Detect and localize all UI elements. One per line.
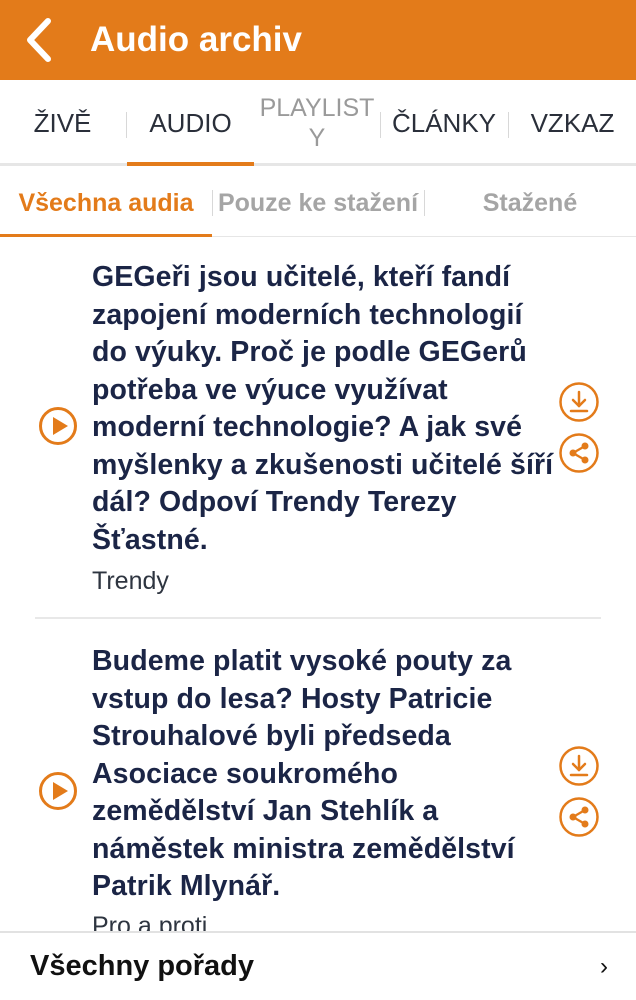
main-tabs: ŽIVĚ AUDIO PLAYLIST Y ČLÁNKY VZKAZ (0, 80, 636, 166)
item-show-name: Trendy (92, 567, 169, 595)
subtab-divider (212, 190, 213, 216)
subtab-downloaded[interactable]: Stažené (424, 169, 636, 237)
tab-divider (380, 112, 381, 138)
tab-divider (126, 112, 127, 138)
share-icon[interactable] (558, 432, 600, 474)
subtab-divider (424, 190, 425, 216)
chevron-right-icon: › (600, 952, 608, 980)
play-icon[interactable] (38, 771, 78, 811)
back-button[interactable] (0, 0, 80, 80)
tab-divider (508, 112, 509, 138)
tab-vzkaz[interactable]: VZKAZ (509, 80, 636, 166)
filter-tabs: Všechna audia Pouze ke stažení Stažené (0, 169, 636, 237)
tab-playlisty[interactable]: PLAYLIST Y (254, 80, 380, 166)
chevron-left-icon (27, 18, 51, 62)
download-icon[interactable] (558, 745, 600, 787)
subtab-all-audio[interactable]: Všechna audia (0, 169, 212, 237)
item-title[interactable]: Budeme platit vysoké pouty za vstup do l… (92, 643, 562, 906)
share-icon[interactable] (558, 796, 600, 838)
tab-clanky[interactable]: ČLÁNKY (381, 80, 507, 166)
all-shows-button[interactable]: Všechny pořady › (0, 931, 636, 1000)
all-shows-label: Všechny pořady (30, 950, 255, 982)
tab-audio[interactable]: AUDIO (127, 80, 254, 166)
app-bar: Audio archiv (0, 0, 636, 80)
subtab-download-only[interactable]: Pouze ke stažení (212, 169, 424, 237)
tab-zive[interactable]: ŽIVĚ (0, 80, 125, 166)
download-icon[interactable] (558, 381, 600, 423)
item-title[interactable]: GEGeři jsou učitelé, kteří fandí zapojen… (92, 259, 562, 559)
list-divider (35, 617, 601, 619)
page-title: Audio archiv (90, 20, 302, 59)
play-icon[interactable] (38, 406, 78, 446)
